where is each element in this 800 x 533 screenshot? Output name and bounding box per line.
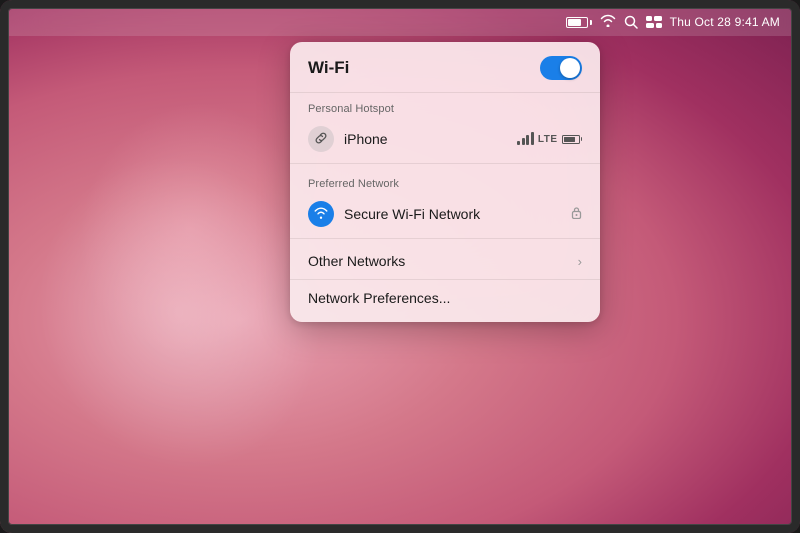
menubar-right-icons: Thu Oct 28 9:41 AM — [566, 14, 780, 30]
signal-bar-1 — [517, 141, 520, 145]
iphone-battery-fill — [564, 137, 575, 142]
wifi-icon-inner — [314, 207, 328, 222]
wifi-panel: Wi-Fi Personal Hotspot iPhone LTE — [290, 42, 600, 322]
iphone-battery-body — [562, 135, 580, 144]
search-menubar-icon[interactable] — [624, 15, 638, 29]
secure-network-name: Secure Wi-Fi Network — [344, 206, 561, 222]
iphone-hotspot-row[interactable]: iPhone LTE — [290, 119, 600, 159]
secure-wifi-row[interactable]: Secure Wi-Fi Network — [290, 194, 600, 234]
iphone-battery-tip — [581, 137, 583, 141]
hotspot-link-icon — [308, 126, 334, 152]
preferred-network-label: Preferred Network — [290, 168, 600, 194]
signal-bar-3 — [526, 135, 529, 145]
wifi-menubar-icon[interactable] — [600, 14, 616, 30]
wifi-network-icon — [308, 201, 334, 227]
battery-icon — [566, 17, 592, 28]
iphone-battery — [562, 135, 583, 144]
wifi-panel-header: Wi-Fi — [290, 42, 600, 93]
network-prefs-label: Network Preferences... — [308, 290, 450, 306]
menubar: Thu Oct 28 9:41 AM — [8, 8, 792, 36]
signal-bar-2 — [522, 138, 525, 145]
network-preferences-row[interactable]: Network Preferences... — [290, 279, 600, 322]
control-center-icon[interactable] — [646, 16, 662, 28]
divider-1 — [290, 163, 600, 164]
chevron-right-icon: › — [578, 254, 582, 269]
lock-icon — [571, 206, 582, 222]
iphone-name: iPhone — [344, 131, 507, 147]
battery-body — [566, 17, 588, 28]
signal-bars — [517, 133, 534, 145]
panel-title: Wi-Fi — [308, 58, 349, 78]
link-icon — [314, 131, 328, 148]
wifi-toggle[interactable] — [540, 56, 582, 80]
iphone-meta: LTE — [517, 133, 582, 145]
other-networks-row[interactable]: Other Networks › — [290, 243, 600, 279]
battery-fill — [568, 19, 582, 26]
personal-hotspot-label: Personal Hotspot — [290, 93, 600, 119]
lte-badge: LTE — [538, 134, 558, 145]
other-networks-label: Other Networks — [308, 253, 405, 269]
toggle-knob — [560, 58, 580, 78]
signal-bar-4 — [531, 132, 534, 145]
divider-2 — [290, 238, 600, 239]
menubar-time: Thu Oct 28 9:41 AM — [670, 15, 780, 29]
battery-tip — [590, 20, 592, 25]
